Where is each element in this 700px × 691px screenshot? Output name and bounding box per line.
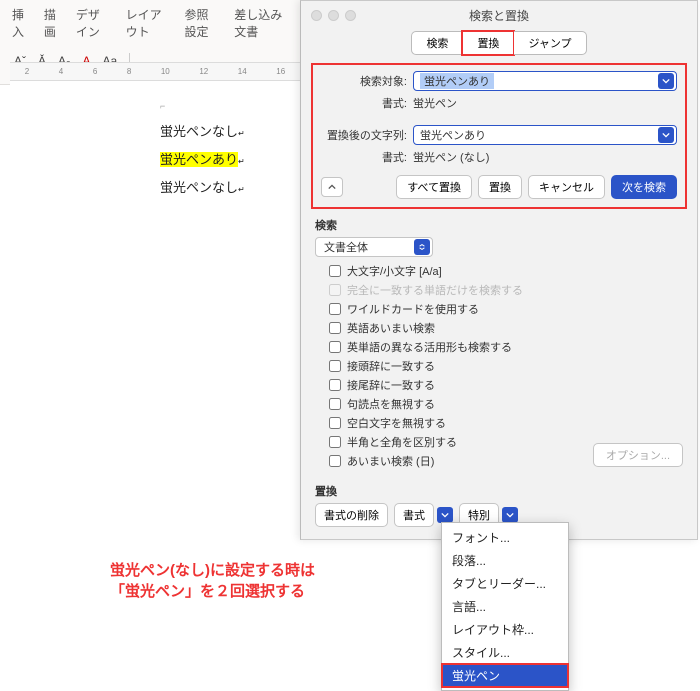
opt-prefix[interactable]: 接頭辞に一致する	[329, 358, 683, 374]
menu-item-highlight[interactable]: 蛍光ペン	[442, 664, 568, 687]
search-section-title: 検索	[315, 217, 683, 233]
format-label: 書式:	[321, 95, 413, 111]
opt-word-forms[interactable]: 英単語の異なる活用形も検索する	[329, 339, 683, 355]
find-value: 蛍光ペンあり	[420, 73, 494, 89]
replace-input[interactable]: 蛍光ペンあり	[413, 125, 677, 145]
annotation: 蛍光ペン(なし)に設定する時は 「蛍光ペン」を２回選択する	[110, 560, 315, 602]
replace-format-value: 蛍光ペン (なし)	[413, 149, 489, 165]
page-corner: ⌐	[160, 93, 320, 119]
opt-sounds-like-en[interactable]: 英語あいまい検索	[329, 320, 683, 336]
menu-item-font[interactable]: フォント...	[442, 526, 568, 549]
document-area: 246810121416 ⌐ 蛍光ペンなし↵ 蛍光ペンあり↵ 蛍光ペンなし↵	[10, 62, 300, 203]
tab-draw[interactable]: 描画	[44, 4, 62, 42]
cancel-button[interactable]: キャンセル	[528, 175, 605, 199]
search-options: 大文字/小文字 [A/a] 完全に一致する単語だけを検索する ワイルドカードを使…	[329, 263, 683, 469]
dialog-title: 検索と置換	[469, 7, 529, 24]
find-label: 検索対象:	[321, 73, 413, 89]
menu-item-tabs[interactable]: タブとリーダー...	[442, 572, 568, 595]
tab-design[interactable]: デザイン	[76, 4, 112, 42]
tab-jump[interactable]: ジャンプ	[514, 31, 586, 55]
menu-item-style[interactable]: スタイル...	[442, 641, 568, 664]
scope-value: 文書全体	[324, 239, 368, 255]
chevron-down-icon[interactable]	[658, 127, 674, 143]
text-line[interactable]: 蛍光ペンなし↵	[160, 119, 320, 147]
page-content[interactable]: ⌐ 蛍光ペンなし↵ 蛍光ペンあり↵ 蛍光ペンなし↵	[160, 93, 320, 203]
ribbon-tabs: 挿入 描画 デザイン レイアウト 参照設定 差し込み文書	[0, 0, 300, 46]
format-menu: フォント... 段落... タブとリーダー... 言語... レイアウト枠...…	[441, 522, 569, 691]
find-input[interactable]: 蛍光ペンあり	[413, 71, 677, 91]
replace-all-button[interactable]: すべて置換	[396, 175, 472, 199]
opt-whole-word: 完全に一致する単語だけを検索する	[329, 282, 683, 298]
chevron-down-icon[interactable]	[437, 507, 453, 523]
annotation-line2: 「蛍光ペン」を２回選択する	[110, 581, 315, 602]
no-formatting-button[interactable]: 書式の削除	[315, 503, 388, 527]
menu-item-language[interactable]: 言語...	[442, 595, 568, 618]
opt-ignore-space[interactable]: 空白文字を無視する	[329, 415, 683, 431]
menu-item-frame[interactable]: レイアウト枠...	[442, 618, 568, 641]
replace-section-title: 置換	[315, 483, 683, 499]
format-dropdown-button[interactable]: 書式	[394, 503, 434, 527]
opt-match-case[interactable]: 大文字/小文字 [A/a]	[329, 263, 683, 279]
replace-value: 蛍光ペンあり	[420, 127, 486, 143]
options-button[interactable]: オプション...	[593, 443, 683, 467]
options-button-wrap: オプション...	[593, 443, 683, 467]
tab-find[interactable]: 検索	[411, 31, 462, 55]
opt-suffix[interactable]: 接尾辞に一致する	[329, 377, 683, 393]
mode-tabs: 検索 置換 ジャンプ	[301, 31, 697, 55]
opt-ignore-punct[interactable]: 句読点を無視する	[329, 396, 683, 412]
search-scope-select[interactable]: 文書全体	[315, 237, 433, 257]
titlebar: 検索と置換	[301, 1, 697, 29]
tab-layout[interactable]: レイアウト	[126, 4, 171, 42]
format-label: 書式:	[321, 149, 413, 165]
replace-button[interactable]: 置換	[478, 175, 522, 199]
menu-item-paragraph[interactable]: 段落...	[442, 549, 568, 572]
chevron-down-icon[interactable]	[658, 73, 674, 89]
find-next-button[interactable]: 次を検索	[611, 175, 677, 199]
text-line-highlighted[interactable]: 蛍光ペンあり↵	[160, 147, 320, 175]
annotation-line1: 蛍光ペン(なし)に設定する時は	[110, 560, 315, 581]
chevron-updown-icon[interactable]	[414, 239, 430, 255]
tab-references[interactable]: 参照設定	[184, 4, 220, 42]
ruler[interactable]: 246810121416	[10, 63, 300, 81]
find-format-value: 蛍光ペン	[413, 95, 457, 111]
replace-label: 置換後の文字列:	[321, 127, 413, 143]
tab-replace[interactable]: 置換	[462, 31, 514, 55]
chevron-down-icon[interactable]	[502, 507, 518, 523]
find-replace-fields: 検索対象: 蛍光ペンあり 書式: 蛍光ペン 置換後の文字列: 蛍光ペンあり 書式…	[311, 63, 687, 209]
opt-wildcards[interactable]: ワイルドカードを使用する	[329, 301, 683, 317]
collapse-button[interactable]	[321, 177, 343, 197]
replace-section: 置換 書式の削除 書式 特別	[315, 483, 683, 527]
tab-insert[interactable]: 挿入	[12, 4, 30, 42]
search-section: 検索 文書全体 大文字/小文字 [A/a] 完全に一致する単語だけを検索する ワ…	[315, 217, 683, 469]
tab-mailmerge[interactable]: 差し込み文書	[234, 4, 288, 42]
find-replace-dialog: 検索と置換 検索 置換 ジャンプ 検索対象: 蛍光ペンあり 書式: 蛍光ペン 置…	[300, 0, 698, 540]
text-line[interactable]: 蛍光ペンなし↵	[160, 175, 320, 203]
traffic-lights[interactable]	[301, 10, 356, 21]
